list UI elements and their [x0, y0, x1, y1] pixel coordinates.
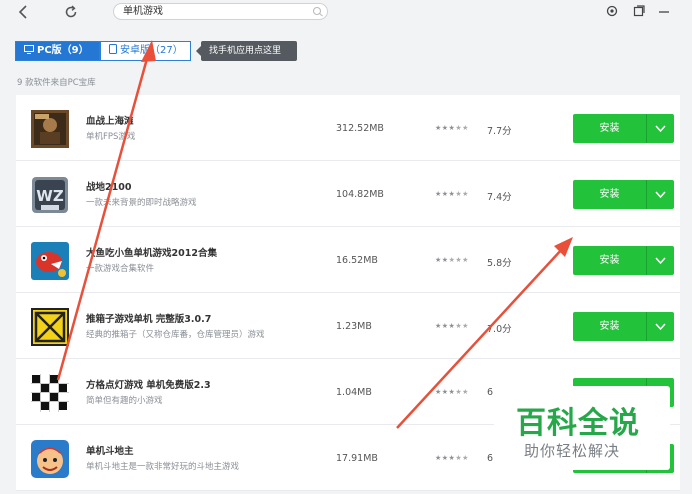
app-size: 1.04MB — [336, 387, 372, 398]
install-button[interactable]: 安装 — [573, 246, 674, 275]
app-rating: 7.7分 — [487, 126, 512, 137]
list-item[interactable]: 血战上海滩 单机FPS游戏 312.52MB ★★★★★ 7.7分 安装 — [16, 95, 680, 161]
app-size: 312.52MB — [336, 123, 384, 134]
install-label: 安装 — [599, 321, 620, 332]
monitor-icon — [24, 45, 34, 54]
app-desc: 经典的推箱子（又称仓库番，仓库管理员）游戏 — [86, 330, 265, 340]
rating-stars: ★★★★★ — [435, 388, 469, 396]
rating-stars: ★★★★★ — [435, 124, 469, 132]
tab-android-label: 安卓版（27） — [120, 45, 183, 56]
install-label: 安装 — [599, 255, 620, 266]
app-name[interactable]: 战地2100 — [86, 179, 131, 193]
chevron-down-icon[interactable] — [647, 246, 674, 275]
result-count: 9 款软件来自PC宝库 — [17, 78, 96, 88]
list-item[interactable]: 推箱子游戏单机 完整版3.0.7 经典的推箱子（又称仓库番，仓库管理员）游戏 1… — [16, 293, 680, 359]
install-label: 安装 — [599, 123, 620, 134]
app-desc: 一款游戏合集软件 — [86, 264, 155, 274]
app-desc: 单机斗地主是一款非常好玩的斗地主游戏 — [86, 462, 240, 472]
list-item[interactable]: WZ 战地2100 一款未来背景的即时战略游戏 104.82MB ★★★★★ 7… — [16, 161, 680, 227]
install-button[interactable]: 安装 — [573, 180, 674, 209]
install-button[interactable]: 安装 — [573, 312, 674, 341]
phone-icon — [109, 44, 117, 54]
tab-pc[interactable]: PC版（9） — [15, 41, 100, 61]
svg-text:WZ: WZ — [36, 187, 64, 205]
app-rating: 5.8分 — [487, 258, 512, 269]
watermark-subtitle: 助你轻松解决 — [524, 442, 621, 460]
rating-stars: ★★★★★ — [435, 322, 469, 330]
app-size: 1.23MB — [336, 321, 372, 332]
tab-android[interactable]: 安卓版（27） — [100, 41, 191, 61]
app-icon — [31, 242, 69, 280]
app-desc: 一款未来背景的即时战略游戏 — [86, 198, 197, 208]
app-size: 16.52MB — [336, 255, 378, 266]
chevron-down-icon[interactable] — [647, 312, 674, 341]
install-label: 安装 — [599, 189, 620, 200]
app-name[interactable]: 推箱子游戏单机 完整版3.0.7 — [86, 311, 211, 325]
chevron-down-icon[interactable] — [647, 180, 674, 209]
watermark: 百科全说 助你轻松解决 — [494, 386, 670, 470]
app-rating: 7.0分 — [487, 324, 512, 335]
settings-icon[interactable] — [605, 4, 619, 18]
app-name[interactable]: 大鱼吃小鱼单机游戏2012合集 — [86, 245, 217, 259]
watermark-title: 百科全说 — [516, 406, 640, 441]
restore-window-icon[interactable] — [632, 4, 646, 18]
app-rating: 7.4分 — [487, 192, 512, 203]
toolbar: 单机游戏 — [0, 0, 692, 26]
search-icon[interactable] — [312, 6, 324, 17]
chevron-down-icon[interactable] — [647, 114, 674, 143]
app-name[interactable]: 单机斗地主 — [86, 443, 134, 457]
app-icon — [31, 308, 69, 346]
search-value: 单机游戏 — [123, 6, 163, 17]
app-icon: WZ — [31, 176, 69, 214]
search-input[interactable]: 单机游戏 — [113, 3, 328, 20]
install-button[interactable]: 安装 — [573, 114, 674, 143]
tooltip: 找手机应用点这里 — [196, 41, 297, 61]
minimize-icon[interactable] — [657, 4, 671, 18]
rating-stars: ★★★★★ — [435, 454, 469, 462]
app-icon — [31, 110, 69, 148]
tab-pc-label: PC版（9） — [37, 45, 89, 56]
app-name[interactable]: 方格点灯游戏 单机免费版2.3 — [86, 377, 211, 391]
refresh-icon[interactable] — [61, 3, 81, 21]
app-desc: 简单但有趣的小游戏 — [86, 396, 163, 406]
rating-stars: ★★★★★ — [435, 256, 469, 264]
app-icon — [31, 374, 69, 412]
app-name[interactable]: 血战上海滩 — [86, 113, 134, 127]
app-icon — [31, 440, 69, 478]
back-arrow-icon[interactable] — [14, 3, 34, 21]
app-size: 104.82MB — [336, 189, 384, 200]
app-size: 17.91MB — [336, 453, 378, 464]
app-desc: 单机FPS游戏 — [86, 132, 136, 142]
rating-stars: ★★★★★ — [435, 190, 469, 198]
list-item[interactable]: 大鱼吃小鱼单机游戏2012合集 一款游戏合集软件 16.52MB ★★★★★ 5… — [16, 227, 680, 293]
